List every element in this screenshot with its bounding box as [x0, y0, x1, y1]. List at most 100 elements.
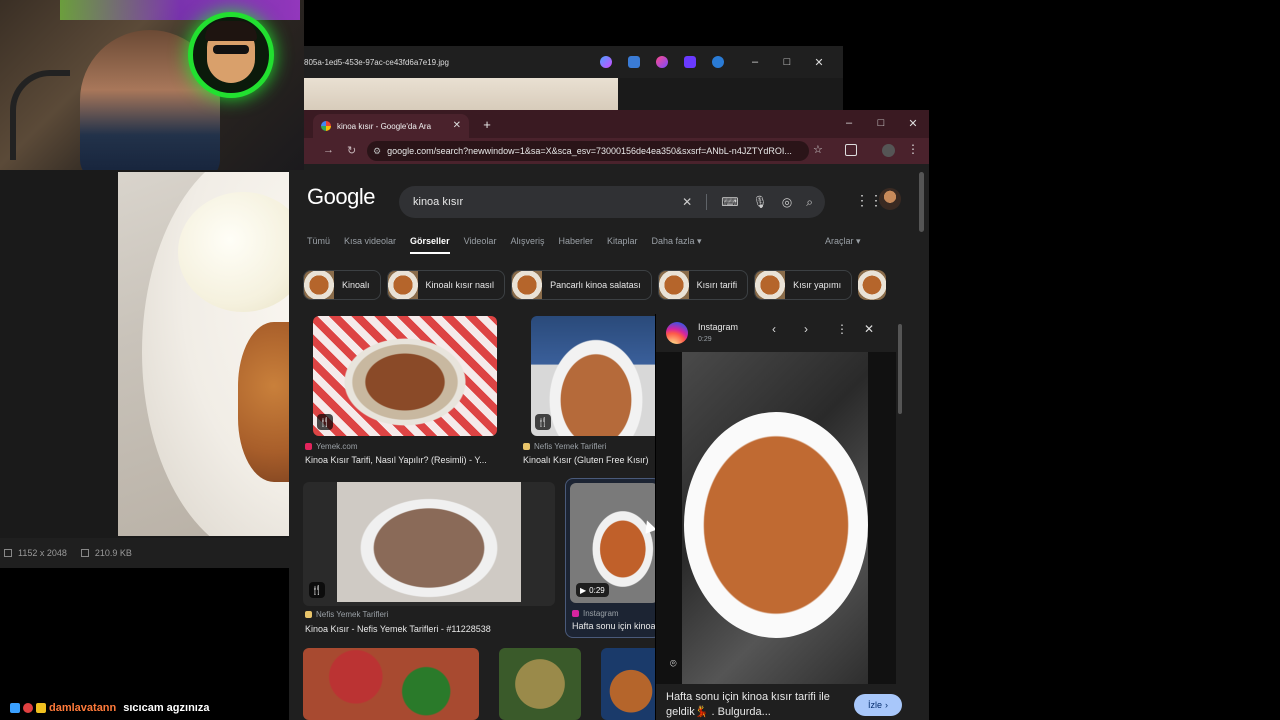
result-title[interactable]: Kinoa Kısır Tarifi, Nasıl Yapılır? (Resi… — [305, 455, 509, 465]
result-image[interactable] — [337, 482, 521, 602]
result-card[interactable]: 🍴 Yemek.com Kinoa Kısır Tarifi, Nasıl Ya… — [303, 314, 513, 470]
browser-toolbar: → ↻ ⚙ google.com/search?newwindow=1&sa=X… — [289, 138, 929, 164]
result-image[interactable]: ▶ 0:29 — [570, 483, 658, 603]
google-logo[interactable]: Google — [307, 184, 375, 210]
badge-icon — [23, 703, 33, 713]
result-source[interactable]: Instagram — [572, 609, 619, 618]
minimize-button[interactable]: – — [739, 54, 771, 70]
forward-icon[interactable]: → — [323, 144, 334, 156]
viewer-filename: 805a-1ed5-453e-97ac-ce43fd6a7e19.jpg — [304, 58, 450, 67]
chip-thumb — [387, 271, 418, 299]
result-image[interactable]: 🍴 — [531, 316, 661, 436]
tab-title: kinoa kısır - Google'da Ara — [337, 121, 432, 131]
result-image[interactable] — [601, 648, 661, 720]
effects-icon[interactable] — [656, 56, 668, 68]
chrome-window: kinoa kısır - Google'da Ara ✕ + – □ ✕ → … — [289, 110, 929, 720]
clipchamp-icon[interactable] — [684, 56, 696, 68]
tab-strip: kinoa kısır - Google'da Ara ✕ + – □ ✕ — [289, 110, 929, 138]
result-source[interactable]: Nefis Yemek Tarifleri — [523, 442, 606, 451]
result-card[interactable] — [601, 648, 661, 720]
tab-videos[interactable]: Videolar — [464, 236, 497, 254]
address-bar[interactable]: ⚙ google.com/search?newwindow=1&sa=X&sca… — [367, 141, 809, 161]
search-icon[interactable]: ⌕ — [806, 195, 813, 210]
edit-icon[interactable] — [628, 56, 640, 68]
close-button[interactable]: ✕ — [803, 54, 835, 70]
favicon — [523, 443, 530, 450]
tab-all[interactable]: Tümü — [307, 236, 330, 254]
keyboard-icon[interactable]: ⌨ — [721, 195, 738, 209]
clear-icon[interactable]: ✕ — [682, 195, 692, 209]
tab-shopping[interactable]: Alışveriş — [510, 236, 544, 254]
panel-caption[interactable]: Hafta sonu için kinoa kısır tarifi ile g… — [666, 690, 834, 720]
related-chips: Kinoalı Kinoalı kısır nasıl Pancarlı kin… — [303, 270, 887, 300]
account-avatar[interactable] — [879, 188, 901, 210]
chip[interactable]: Kısır yapımı — [754, 270, 853, 300]
panel-source[interactable]: Instagram — [698, 322, 738, 332]
result-source[interactable]: Yemek.com — [305, 442, 358, 451]
lens-search-icon[interactable]: ⌾ — [670, 658, 677, 671]
profile-icon[interactable] — [882, 144, 895, 157]
tab-close-icon[interactable]: ✕ — [453, 120, 461, 131]
tab-more[interactable]: Daha fazla ▾ — [651, 236, 701, 254]
reload-icon[interactable]: ↻ — [347, 144, 356, 157]
result-source[interactable]: Nefis Yemek Tarifleri — [305, 610, 388, 619]
result-title[interactable]: Kinoa Kısır - Nefis Yemek Tarifleri - #1… — [305, 624, 553, 634]
panel-scrollbar[interactable] — [898, 324, 902, 414]
chip[interactable]: Kinoalı kısır nasıl — [386, 270, 506, 300]
image-filesize: 210.9 KB — [94, 548, 132, 558]
chip[interactable]: Kısırı tarifi — [657, 270, 749, 300]
new-tab-button[interactable]: + — [477, 114, 497, 134]
more-options-icon[interactable]: ⋮ — [836, 322, 848, 336]
minimize-button[interactable]: – — [833, 115, 865, 131]
mic-icon[interactable]: 🎙 — [753, 195, 768, 209]
tab-news[interactable]: Haberler — [558, 236, 593, 254]
close-icon[interactable]: ✕ — [864, 322, 874, 336]
result-title[interactable]: Hafta sonu için kinoa — [572, 621, 660, 631]
watch-label: İzle — [867, 700, 882, 710]
result-card[interactable]: 🍴 Nefis Yemek Tarifleri Kinoalı Kısır (G… — [521, 314, 661, 470]
onedrive-icon[interactable] — [712, 56, 724, 68]
close-button[interactable]: ✕ — [897, 115, 929, 131]
page-scrollbar[interactable] — [919, 172, 924, 232]
watch-button[interactable]: İzle › — [854, 694, 902, 716]
result-card[interactable]: 🍴 Nefis Yemek Tarifleri Kinoa Kısır - Ne… — [303, 482, 555, 634]
chip[interactable]: Kinoalı — [303, 270, 381, 300]
result-card-selected[interactable]: ▶ 0:29 Instagram Hafta sonu için kinoa — [565, 478, 661, 638]
next-icon[interactable]: › — [804, 322, 808, 336]
maximize-button[interactable]: □ — [865, 115, 897, 131]
google-favicon-icon — [321, 121, 331, 131]
chip-label: Kinoalı kısır nasıl — [425, 280, 495, 290]
tab-books[interactable]: Kitaplar — [607, 236, 638, 254]
bookmark-star-icon[interactable]: ☆ — [813, 143, 823, 156]
panel-video[interactable]: ⌾ — [656, 352, 896, 684]
chip-label: Pancarlı kinoa salatası — [550, 280, 641, 290]
previous-icon[interactable]: ‹ — [772, 322, 776, 336]
image-preview-panel: Instagram 0:29 ‹ › ⋮ ✕ ⌾ Hafta sonu için… — [655, 314, 909, 720]
lens-icon[interactable]: ◎ — [782, 195, 792, 209]
extensions-icon[interactable] — [845, 144, 857, 156]
result-title[interactable]: Kinoalı Kısır (Gluten Free Kısır) — [523, 455, 657, 465]
result-image[interactable] — [499, 648, 581, 720]
result-card[interactable] — [499, 648, 581, 720]
result-image[interactable] — [303, 648, 479, 720]
chip-overflow[interactable] — [858, 270, 887, 300]
result-card[interactable] — [303, 648, 479, 720]
tab-short-videos[interactable]: Kısa videolar — [344, 236, 396, 254]
video-frame[interactable] — [682, 352, 868, 684]
filesize-icon — [80, 549, 89, 557]
tab-google-search[interactable]: kinoa kısır - Google'da Ara ✕ — [313, 114, 469, 138]
search-input[interactable]: kinoa kısır ✕ ⌨ 🎙 ◎ ⌕ — [399, 186, 825, 218]
maximize-button[interactable]: □ — [771, 54, 803, 70]
chevron-right-icon: › — [885, 700, 888, 710]
search-type-tabs: Tümü Kısa videolar Görseller Videolar Al… — [307, 236, 702, 254]
menu-icon[interactable]: ⋮ — [907, 142, 919, 156]
tools-button[interactable]: Araçlar ▾ — [825, 236, 861, 247]
site-info-icon[interactable]: ⚙ — [373, 146, 381, 157]
chip[interactable]: Pancarlı kinoa salatası — [511, 270, 652, 300]
result-image[interactable]: 🍴 — [313, 316, 497, 436]
copilot-icon[interactable] — [600, 56, 612, 68]
chip-label: Kinoalı — [342, 280, 370, 290]
chip-thumb — [512, 271, 543, 299]
desktop: 805a-1ed5-453e-97ac-ce43fd6a7e19.jpg – □… — [0, 0, 1280, 720]
tab-images[interactable]: Görseller — [410, 236, 450, 254]
